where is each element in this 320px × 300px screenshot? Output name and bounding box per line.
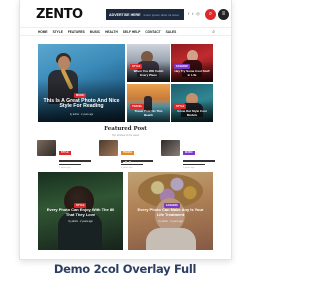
main-nav: Home Style Features Music Health Self He… xyxy=(20,27,231,36)
facebook-icon[interactable]: f xyxy=(188,12,189,16)
featured-posts-row: Style 2 years ago Travel 2 years ago Music 2 … xyxy=(37,140,215,169)
post-category-tag[interactable]: Travel xyxy=(121,150,135,155)
carousel-dots xyxy=(20,161,231,163)
nav-item-self-help[interactable]: Self Help xyxy=(123,30,141,34)
menu-icon[interactable]: ≡ xyxy=(218,9,229,20)
hero-post-bottom-left[interactable]: Travel Travel Post On This Beach xyxy=(127,84,170,122)
post-category-tag[interactable]: Travel xyxy=(130,104,145,109)
site-header: ZENTO Advertise here lorem ipsum dolor s… xyxy=(20,0,231,27)
featured-post-text: Travel 2 years ago xyxy=(121,140,153,169)
post-title[interactable]: This Is A Great Photo And Nice Style For… xyxy=(41,98,122,110)
nav-search-icon[interactable]: ⌕ xyxy=(212,29,215,35)
grid-post-card-right[interactable]: Fashion Every Photo Can Make Any Is Your… xyxy=(128,172,213,250)
featured-section-title: Featured Post xyxy=(104,126,147,132)
featured-post-item[interactable]: Travel 2 years ago xyxy=(99,140,153,169)
post-title[interactable]: Hey Try Some Cool Stuff in Life xyxy=(174,70,210,77)
post-category-tag[interactable]: Style xyxy=(59,150,71,155)
post-category-tag[interactable]: Fashion xyxy=(174,64,190,69)
instagram-icon[interactable]: ◎ xyxy=(196,12,200,16)
featured-post-title-line[interactable] xyxy=(59,163,82,166)
post-meta: by admin · 2 years ago xyxy=(68,220,93,223)
demo-preview-frame[interactable]: ZENTO Advertise here lorem ipsum dolor s… xyxy=(19,0,232,260)
hero-post-bottom-right[interactable]: Style Grow Out Style Cool Models xyxy=(171,84,213,122)
search-icon[interactable]: ⌕ xyxy=(205,9,216,20)
ad-text: lorem ipsum dolor sit amet xyxy=(143,12,179,17)
twitter-icon[interactable]: t xyxy=(192,12,193,16)
nav-item-home[interactable]: Home xyxy=(38,30,48,34)
ad-title: Advertise here xyxy=(109,12,141,17)
site-logo[interactable]: ZENTO xyxy=(36,7,83,22)
carousel-dot[interactable] xyxy=(128,161,131,163)
header-ad-banner[interactable]: Advertise here lorem ipsum dolor sit ame… xyxy=(106,9,184,20)
featured-post-text: Style 2 years ago xyxy=(59,140,91,169)
hero-main-post[interactable]: Music This Is A Great Photo And Nice Sty… xyxy=(38,44,125,122)
nav-item-contact[interactable]: Contact xyxy=(145,30,160,34)
hero-post-top-left[interactable]: Style When You Will Catch Every Place xyxy=(127,44,170,82)
post-title[interactable]: Travel Post On This Beach xyxy=(130,110,167,117)
featured-post-thumbnail[interactable] xyxy=(161,140,180,156)
nav-item-sales[interactable]: Sales xyxy=(166,30,177,34)
hero-grid: Music This Is A Great Photo And Nice Sty… xyxy=(38,44,213,122)
post-meta: 2 years ago xyxy=(183,167,195,170)
post-category-tag[interactable]: Music xyxy=(183,150,195,155)
post-meta: 2 years ago xyxy=(59,167,71,170)
post-category-tag[interactable]: Style xyxy=(130,64,143,69)
nav-item-style[interactable]: Style xyxy=(53,30,63,34)
post-category-tag[interactable]: Style xyxy=(174,104,187,109)
featured-section-subtitle: Top articles of the week xyxy=(111,134,140,137)
social-links: f t ◎ xyxy=(188,12,200,16)
featured-post-item[interactable]: Music 2 years ago xyxy=(161,140,215,169)
hero-post-top-right[interactable]: Fashion Hey Try Some Cool Stuff in Life xyxy=(171,44,213,82)
nav-item-music[interactable]: Music xyxy=(90,30,100,34)
post-title[interactable]: Grow Out Style Cool Models xyxy=(174,110,210,117)
carousel-dot-active[interactable] xyxy=(120,161,123,163)
nav-item-features[interactable]: Features xyxy=(68,30,85,34)
featured-post-thumbnail[interactable] xyxy=(99,140,118,156)
carousel-dot[interactable] xyxy=(124,161,127,163)
featured-post-title-line[interactable] xyxy=(183,163,206,166)
post-meta: by admin · 2 years ago xyxy=(158,220,183,223)
grid-post-card-left[interactable]: Style Every Photo Can Enjoy With The 80 … xyxy=(38,172,123,250)
post-title[interactable]: When You Will Catch Every Place xyxy=(130,70,167,77)
featured-post-title-line[interactable] xyxy=(121,163,144,166)
post-title[interactable]: Every Photo Can Make Any Is Your Life Tr… xyxy=(136,207,205,217)
post-title[interactable]: Every Photo Can Enjoy With The 80 That T… xyxy=(46,207,115,217)
featured-post-text: Music 2 years ago xyxy=(183,140,215,169)
post-meta: 2 years ago xyxy=(121,167,133,170)
nav-item-health[interactable]: Health xyxy=(105,30,118,34)
demo-caption: Demo 2col Overlay Full xyxy=(53,262,197,276)
featured-post-thumbnail[interactable] xyxy=(37,140,56,156)
post-meta: by admin · 2 years ago xyxy=(69,114,94,116)
featured-post-item[interactable]: Style 2 years ago xyxy=(37,140,91,169)
